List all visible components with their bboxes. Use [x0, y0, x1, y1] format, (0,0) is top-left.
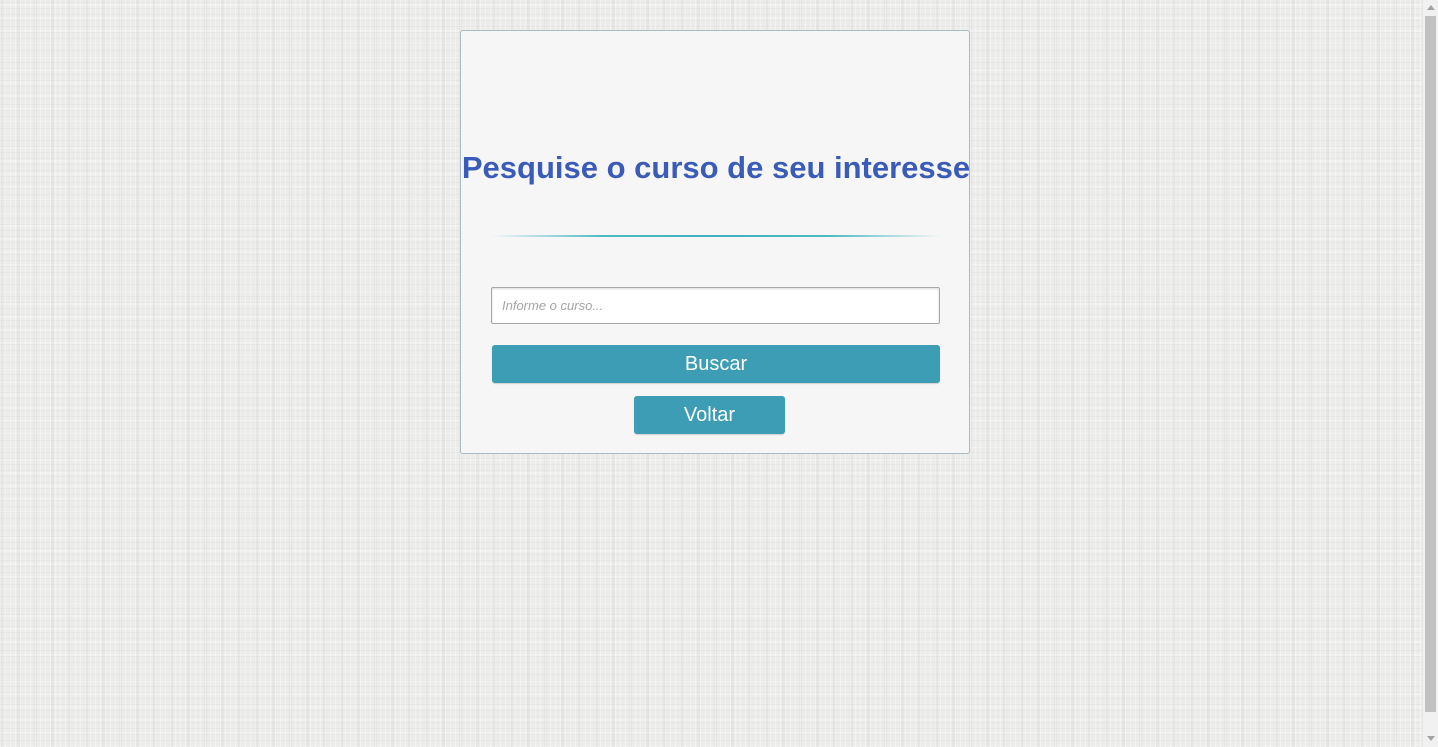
page-background: Pesquise o curso de seu interesse Buscar…: [0, 0, 1422, 747]
back-button[interactable]: Voltar: [634, 396, 785, 434]
vertical-scrollbar[interactable]: [1422, 0, 1438, 747]
scrollbar-thumb[interactable]: [1425, 16, 1436, 712]
scroll-up-arrow-icon[interactable]: [1427, 5, 1435, 10]
title-divider: [491, 235, 941, 237]
course-search-input[interactable]: [491, 287, 940, 324]
search-card: Pesquise o curso de seu interesse Buscar…: [460, 30, 970, 454]
scroll-down-arrow-icon[interactable]: [1427, 736, 1435, 741]
page-title: Pesquise o curso de seu interesse: [461, 150, 971, 185]
search-button[interactable]: Buscar: [492, 345, 940, 383]
